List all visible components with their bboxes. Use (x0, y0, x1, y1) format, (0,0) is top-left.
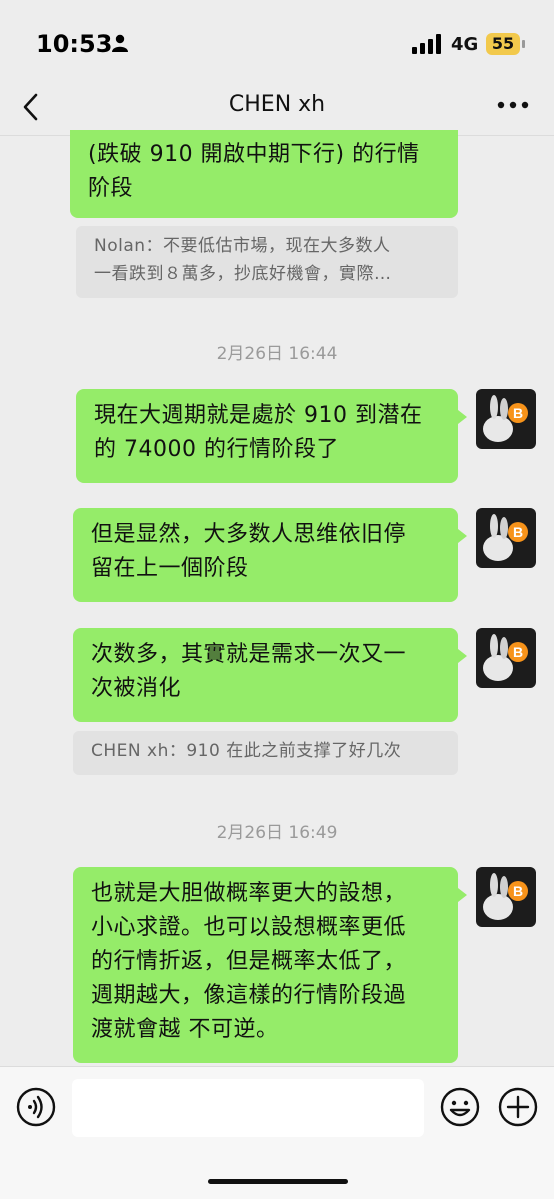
avatar-badge: B (513, 644, 523, 660)
quoted-message[interactable]: Nolan：不要低估市場，现在大多数人 一看跌到８萬多，抄底好機會，實際… (76, 226, 458, 298)
message-input[interactable] (72, 1079, 424, 1137)
quote-line: CHEN xh：910 在此之前支撑了好几次 (91, 741, 402, 761)
message-line: (跌破 910 開啟中期下行) 的行情 (88, 142, 420, 167)
emoji-icon[interactable] (440, 1087, 480, 1127)
bubble-tail (458, 529, 467, 543)
bubble-tail (458, 410, 467, 424)
message-line: 小心求證。也可以設想概率更低 (91, 915, 407, 940)
message-bubble[interactable]: 也就是大胆做概率更大的設想， 小心求證。也可以設想概率更低 的行情折返，但是概率… (73, 867, 458, 1063)
message-line: 但是显然，大多数人思维依旧停 (91, 522, 407, 547)
bubble-tail (458, 649, 467, 663)
message-bubble[interactable]: (跌破 910 開啟中期下行) 的行情 阶段 (70, 130, 458, 218)
chat-title: CHEN xh (228, 92, 326, 117)
message-line: 留在上一個阶段 (91, 556, 249, 581)
message-bubble[interactable]: 現在大週期就是處於 910 到潜在 的 74000 的行情阶段了 (76, 389, 458, 483)
quote-line: Nolan：不要低估市場，现在大多数人 (94, 236, 391, 256)
message-line: 的行情折返，但是概率太低了， (91, 949, 407, 974)
quote-line: 一看跌到８萬多，抄底好機會，實際… (94, 264, 392, 284)
status-time: 10:53 (36, 30, 113, 58)
message-bubble[interactable]: 次数多，其實就是需求一次又一 次被消化 (73, 628, 458, 722)
battery-indicator: 55 (486, 33, 520, 55)
avatar-badge: B (513, 405, 523, 421)
message-timestamp: 2月26日 16:44 (216, 344, 338, 364)
add-icon[interactable] (498, 1087, 538, 1127)
message-line: 週期越大，像這樣的行情阶段過 (91, 983, 407, 1008)
avatar-image: B (476, 867, 536, 927)
avatar-badge: B (513, 883, 523, 899)
message-line: 次被消化 (91, 676, 182, 701)
more-options-icon[interactable] (496, 100, 530, 110)
battery-tip (522, 40, 525, 48)
avatar[interactable]: B (476, 628, 536, 688)
voice-input-icon[interactable] (16, 1087, 56, 1127)
person-icon (112, 34, 128, 52)
avatar-image: B (476, 508, 536, 568)
message-bubble[interactable]: 但是显然，大多数人思维依旧停 留在上一個阶段 (73, 508, 458, 602)
quoted-message[interactable]: CHEN xh：910 在此之前支撑了好几次 (73, 731, 458, 775)
nav-bar: CHEN xh (0, 80, 554, 136)
network-type: 4G (451, 34, 479, 55)
message-line: 的 74000 的行情阶段了 (94, 437, 339, 462)
home-indicator[interactable] (208, 1179, 348, 1184)
avatar[interactable]: B (476, 508, 536, 568)
message-line: 也就是大胆做概率更大的設想， (91, 881, 407, 906)
message-line: 現在大週期就是處於 910 到潜在 (94, 403, 423, 428)
avatar-badge: B (513, 524, 523, 540)
message-line: 次数多，其實就是需求一次又一 (91, 642, 407, 667)
avatar-image: B (476, 628, 536, 688)
avatar[interactable]: B (476, 867, 536, 927)
signal-icon (412, 34, 441, 54)
message-line: 阶段 (88, 176, 134, 201)
avatar-image: B (476, 389, 536, 449)
avatar[interactable]: B (476, 389, 536, 449)
bubble-tail (458, 888, 467, 902)
status-bar: 10:53 4G 55 (0, 0, 554, 80)
input-bar (0, 1066, 554, 1199)
message-timestamp: 2月26日 16:49 (216, 823, 338, 843)
message-line: 渡就會越 不可逆。 (91, 1017, 279, 1042)
